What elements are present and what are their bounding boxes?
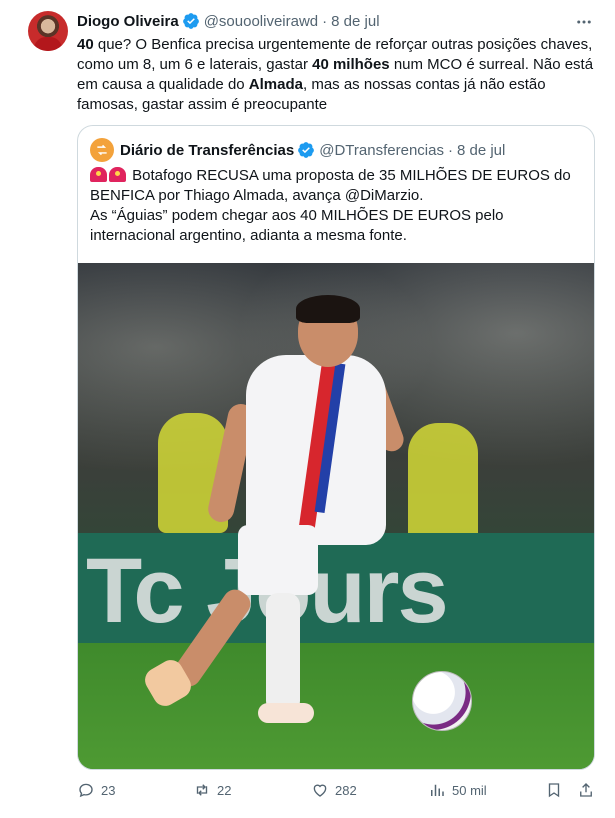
like-button[interactable]: 282 xyxy=(311,780,357,800)
quote-photo[interactable]: Tc Jours xyxy=(78,263,594,769)
author-handle[interactable]: @souooliveirawd xyxy=(204,13,318,30)
repost-button[interactable]: 22 xyxy=(193,780,231,800)
separator-dot: · xyxy=(322,12,328,30)
verified-icon xyxy=(182,13,199,29)
player-hair xyxy=(296,295,360,323)
quote-line-2: As “Águias” podem chegar aos 40 MILHÕES … xyxy=(90,207,504,244)
reply-button[interactable]: 23 xyxy=(77,780,115,800)
verified-icon xyxy=(298,142,315,158)
player-leg xyxy=(266,593,300,713)
author-name[interactable]: Diogo Oliveira xyxy=(77,13,179,30)
tweet[interactable]: Diogo Oliveira @souooliveirawd · 8 de ju… xyxy=(0,0,615,818)
siren-icon xyxy=(109,167,126,182)
siren-icon xyxy=(90,167,107,182)
repost-count: 22 xyxy=(217,782,232,798)
like-icon xyxy=(313,784,327,797)
avatar[interactable] xyxy=(28,11,68,51)
quote-author-name: Diário de Transferências xyxy=(120,141,295,159)
quote-author-handle: @DTransferencias xyxy=(319,141,444,159)
football xyxy=(412,671,472,731)
repost-icon xyxy=(196,784,208,796)
views-button[interactable]: 50 mil xyxy=(428,780,487,800)
more-icon[interactable] xyxy=(574,12,594,32)
quote-line-1: Botafogo RECUSA uma proposta de 35 MILHÕ… xyxy=(90,167,571,204)
reply-count: 23 xyxy=(101,782,116,798)
tweet-text: 40 que? O Benfica precisa urgentemente d… xyxy=(77,35,602,115)
text-bold-40: 40 xyxy=(77,36,94,53)
player-boot xyxy=(258,703,314,723)
quote-header: Diário de Transferências @DTransferencia… xyxy=(90,138,506,162)
views-count: 50 mil xyxy=(452,782,487,798)
bookmark-button[interactable] xyxy=(545,780,563,800)
quote-avatar xyxy=(90,138,114,162)
transfer-icon xyxy=(97,144,107,156)
tweet-header: Diogo Oliveira @souooliveirawd · 8 de ju… xyxy=(77,11,380,31)
steward-figure xyxy=(408,423,478,543)
player-shorts xyxy=(238,525,318,595)
share-button[interactable] xyxy=(577,780,595,800)
text-bold-40-milhoes: 40 milhões xyxy=(312,56,390,73)
separator-dot: · xyxy=(447,141,453,159)
quoted-tweet[interactable]: Diário de Transferências @DTransferencia… xyxy=(77,125,595,770)
reply-icon xyxy=(79,783,93,798)
quote-date: 8 de jul xyxy=(456,141,506,159)
like-count: 282 xyxy=(335,782,357,798)
action-bar: 23 22 282 50 mil xyxy=(77,780,595,800)
quote-text: Botafogo RECUSA uma proposta de 35 MILHÕ… xyxy=(90,166,584,246)
pitch xyxy=(78,643,594,769)
views-icon xyxy=(431,784,444,796)
text-bold-almada: Almada xyxy=(248,76,303,93)
bookmark-icon xyxy=(548,783,560,798)
share-icon xyxy=(580,783,592,797)
tweet-date[interactable]: 8 de jul xyxy=(331,13,379,30)
